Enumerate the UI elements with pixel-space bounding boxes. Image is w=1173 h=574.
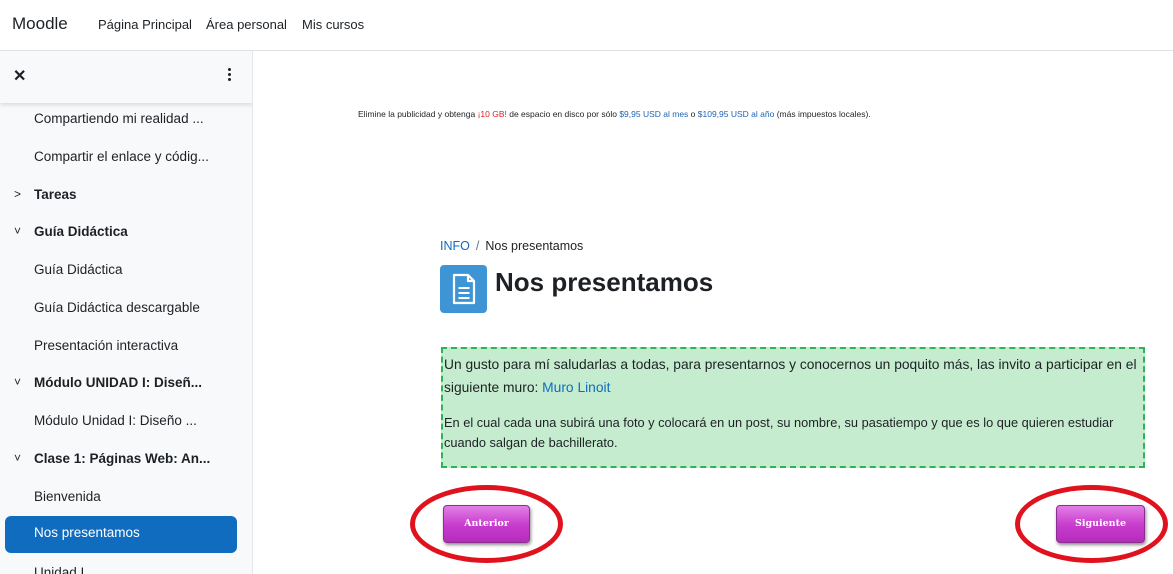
ad-price-year-link[interactable]: $109,95 USD al año <box>698 109 775 119</box>
course-index-item-label: Presentación interactiva <box>34 338 179 353</box>
course-index-drawer: ✕ Compartiendo mi realidad ... Compartir… <box>0 51 253 574</box>
ad-text: de espacio en disco por sólo <box>506 109 620 119</box>
breadcrumb: INFO / Nos presentamos <box>440 239 583 253</box>
page-document-icon <box>440 265 487 313</box>
course-section-label: Tareas <box>34 187 77 202</box>
course-index-item[interactable]: Módulo Unidad I: Diseño ... <box>0 404 252 440</box>
course-section-label: Clase 1: Páginas Web: An... <box>34 451 211 466</box>
muro-linoit-link[interactable]: Muro Linoit <box>542 380 610 395</box>
course-section-guia-didactica[interactable]: ˅ Guía Didáctica <box>0 215 252 251</box>
nav-link-home[interactable]: Página Principal <box>98 17 192 32</box>
course-index-item[interactable]: Compartir el enlace y códig... <box>0 140 252 176</box>
ad-highlight: ¡10 GB! <box>477 109 507 119</box>
course-index-item-label: Guía Didáctica descargable <box>34 300 200 315</box>
page-title: Nos presentamos <box>495 267 714 297</box>
annotation-oval <box>1015 485 1168 563</box>
ad-price-month-link[interactable]: $9,95 USD al mes <box>619 109 688 119</box>
ad-banner: Elimine la publicidad y obtenga ¡10 GB! … <box>358 109 871 119</box>
course-index-item-label: Nos presentamos <box>34 525 140 540</box>
course-section-clase-1[interactable]: ˅ Clase 1: Páginas Web: An... <box>0 442 252 478</box>
ad-text: o <box>688 109 698 119</box>
course-index-item[interactable]: Bienvenida <box>0 480 252 516</box>
course-index-item-label: Guía Didáctica <box>34 262 123 277</box>
site-brand[interactable]: Moodle <box>12 14 68 34</box>
course-index-item-label: Bienvenida <box>34 489 101 504</box>
instructions-paragraph: En el cual cada una subirá una foto y co… <box>444 415 1114 450</box>
course-index-item-label: Compartiendo mi realidad ... <box>34 111 204 126</box>
course-index-item-active[interactable]: Nos presentamos <box>5 516 237 553</box>
course-section-tareas[interactable]: > Tareas <box>0 178 252 214</box>
course-index-item[interactable]: Compartiendo mi realidad ... <box>0 102 252 138</box>
nav-link-dashboard[interactable]: Área personal <box>206 17 287 32</box>
course-section-label: Guía Didáctica <box>34 224 128 239</box>
course-index-item[interactable]: Unidad I <box>0 556 252 574</box>
breadcrumb-current: Nos presentamos <box>485 239 584 253</box>
intro-paragraph: Un gusto para mí saludarlas a todas, par… <box>444 353 1142 399</box>
nav-link-my-courses[interactable]: Mis cursos <box>302 17 364 32</box>
chevron-down-icon[interactable]: ˅ <box>14 451 21 465</box>
course-index-item-label: Unidad I <box>34 565 85 574</box>
chevron-right-icon[interactable]: > <box>14 187 21 201</box>
breadcrumb-separator: / <box>475 239 480 253</box>
top-navbar: Moodle Página Principal Área personal Mi… <box>0 0 1173 51</box>
page-content-box: Un gusto para mí saludarlas a todas, par… <box>441 347 1145 468</box>
course-index-item[interactable]: Presentación interactiva <box>0 329 252 365</box>
chevron-down-icon[interactable]: ˅ <box>14 224 21 238</box>
course-index-item[interactable]: Guía Didáctica <box>0 253 252 289</box>
course-section-label: Módulo UNIDAD I: Diseñ... <box>34 375 202 390</box>
course-index-item-label: Módulo Unidad I: Diseño ... <box>34 413 197 428</box>
drawer-header: ✕ <box>0 51 252 103</box>
annotation-oval <box>410 485 563 563</box>
close-icon[interactable]: ✕ <box>13 66 26 86</box>
ad-text: Elimine la publicidad y obtenga <box>358 109 478 119</box>
course-index-item[interactable]: Guía Didáctica descargable <box>0 291 252 327</box>
ad-text: (más impuestos locales). <box>774 109 871 119</box>
breadcrumb-parent-link[interactable]: INFO <box>440 239 470 253</box>
course-section-modulo-unidad-1[interactable]: ˅ Módulo UNIDAD I: Diseñ... <box>0 366 252 402</box>
course-index-item-label: Compartir el enlace y códig... <box>34 149 209 164</box>
chevron-down-icon[interactable]: ˅ <box>14 375 21 389</box>
kebab-menu-icon[interactable] <box>222 65 236 85</box>
